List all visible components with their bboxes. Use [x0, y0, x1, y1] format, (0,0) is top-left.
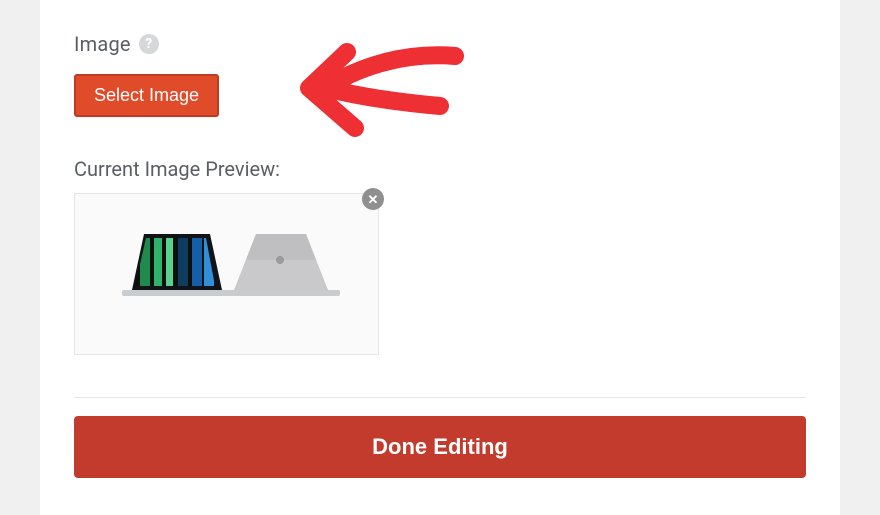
- remove-image-button[interactable]: ✕: [362, 188, 384, 210]
- done-editing-button[interactable]: Done Editing: [74, 416, 806, 478]
- attention-arrow-icon: [285, 40, 465, 150]
- help-icon[interactable]: ?: [139, 34, 159, 54]
- image-preview: ✕: [74, 193, 379, 355]
- divider: [74, 397, 806, 398]
- image-field-label: Image: [74, 32, 131, 56]
- select-image-button[interactable]: Select Image: [74, 74, 219, 117]
- close-icon: ✕: [368, 193, 379, 206]
- product-image: [102, 220, 352, 328]
- image-field-header: Image ?: [74, 32, 806, 56]
- preview-label: Current Image Preview:: [74, 157, 806, 181]
- image-edit-panel: Image ? Select Image Current Image Previ…: [40, 0, 840, 515]
